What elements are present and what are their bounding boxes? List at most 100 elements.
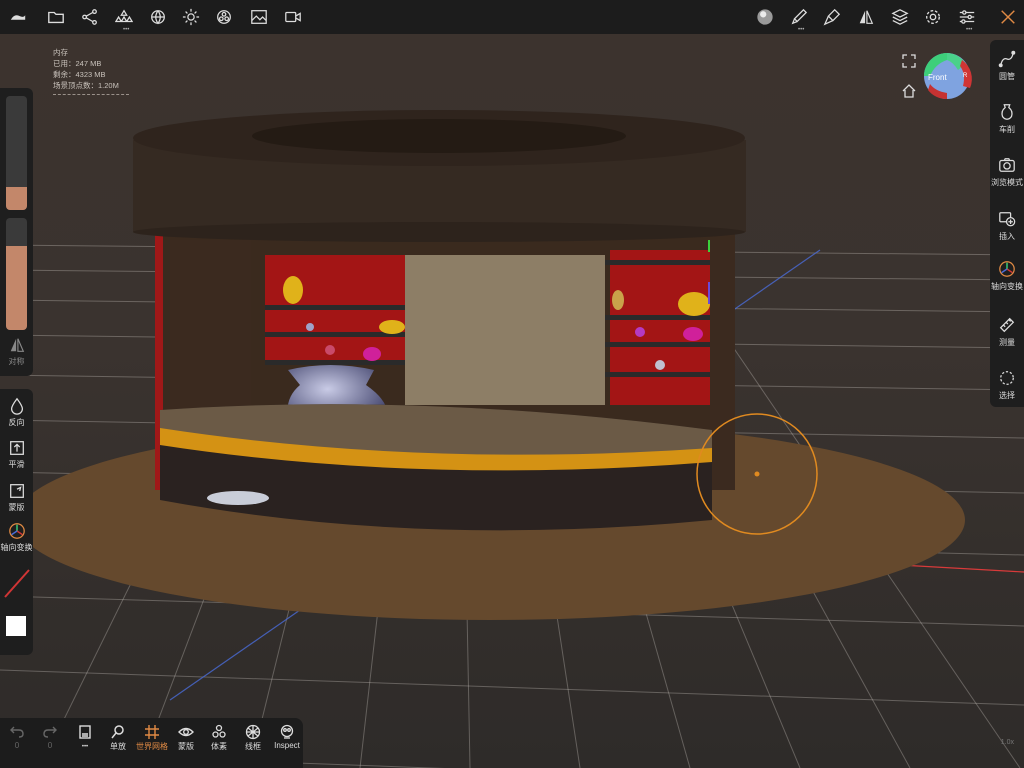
eye-icon	[178, 727, 194, 737]
history-button[interactable]: •••	[76, 724, 94, 750]
wireframe-button[interactable]: 线框	[241, 724, 265, 752]
matcap-sphere-icon[interactable]	[753, 5, 777, 29]
mask-icon	[9, 484, 24, 498]
symmetry-toggle[interactable]: 对称	[0, 336, 33, 367]
vase-icon	[1001, 104, 1013, 120]
scene-vertices: 场景顶点数：1.20M	[53, 81, 119, 90]
gizmo-transform-tool[interactable]: 轴向变换	[990, 260, 1024, 292]
grid-hash-icon	[145, 725, 159, 739]
primitives-icon[interactable]	[112, 5, 136, 29]
memory-used: 已用：247 MB	[53, 59, 102, 68]
home-view-icon[interactable]	[902, 84, 916, 98]
measure-label: 测量	[999, 338, 1015, 347]
viewport-3d[interactable]	[0, 0, 1024, 768]
sliders-icon[interactable]	[955, 5, 979, 29]
voxel-label: 体素	[211, 742, 227, 751]
settings-gear-icon[interactable]	[921, 5, 945, 29]
globe-icon[interactable]	[146, 5, 170, 29]
brush-icon[interactable]	[787, 5, 811, 29]
ruler-icon	[999, 317, 1015, 333]
brush-intensity-slider[interactable]	[6, 218, 27, 330]
inspect-icon	[280, 724, 294, 739]
insert-label: 插入	[999, 232, 1015, 241]
right-tools-panel: 圆管 车削 浏览模式 插入 轴向变换 测量 选择	[990, 40, 1024, 407]
layers-icon[interactable]	[888, 5, 912, 29]
view-cube-side-label: R	[963, 73, 968, 79]
invert-button[interactable]: 反向	[0, 397, 33, 428]
view-cube-front-label: Front	[928, 73, 947, 82]
tube-tool[interactable]: 圆管	[990, 50, 1024, 82]
left-tools-panel: 反向 平滑 蒙版 轴向变换	[0, 389, 33, 655]
symmetry-icon[interactable]	[854, 5, 878, 29]
mask-view-button[interactable]: 蒙版	[174, 724, 198, 752]
voxel-spheres-icon	[212, 724, 226, 738]
lathe-tool[interactable]: 车削	[990, 103, 1024, 135]
sun-icon[interactable]	[179, 5, 203, 29]
world-grid-label: 世界网格	[136, 742, 168, 751]
material-icon[interactable]	[212, 5, 236, 29]
history-list-icon	[79, 725, 91, 739]
undo-button[interactable]: 0	[8, 724, 26, 750]
share-icon[interactable]	[78, 5, 102, 29]
mask-view-label: 蒙版	[178, 742, 194, 751]
zoom-level: 1.0x	[1000, 739, 1014, 746]
brush-intensity-fill	[6, 246, 27, 330]
fullscreen-icon[interactable]	[902, 54, 916, 68]
paint-icon[interactable]	[820, 5, 844, 29]
measure-tool[interactable]: 测量	[990, 316, 1024, 348]
droplet-icon	[10, 397, 23, 415]
tube-label: 圆管	[999, 72, 1015, 81]
brush-stroke-preview[interactable]	[2, 566, 31, 600]
invert-label: 反向	[8, 418, 25, 427]
folder-icon[interactable]	[44, 5, 68, 29]
color-swatch[interactable]	[6, 616, 26, 636]
browse-mode-tool[interactable]: 浏览模式	[990, 156, 1024, 188]
gizmo-button[interactable]: 轴向变换	[0, 522, 33, 553]
solo-button[interactable]: 单放	[106, 724, 130, 752]
smooth-button[interactable]: 平滑	[0, 439, 33, 470]
browse-mode-label: 浏览模式	[991, 178, 1023, 187]
smooth-icon	[9, 441, 24, 455]
axis-gizmo-icon	[999, 261, 1015, 277]
select-label: 选择	[999, 391, 1015, 400]
redo-button[interactable]: 0	[41, 724, 59, 750]
gizmo-label: 轴向变换	[0, 543, 33, 552]
magnifier-icon	[111, 725, 124, 739]
lasso-select-icon	[1000, 371, 1014, 385]
inspect-button[interactable]: Inspect	[271, 724, 303, 750]
undo-icon	[10, 726, 24, 738]
select-tool[interactable]: 选择	[990, 369, 1024, 401]
mask-button[interactable]: 蒙版	[0, 482, 33, 513]
lathe-label: 车削	[999, 125, 1015, 134]
voxel-button[interactable]: 体素	[207, 724, 231, 752]
top-toolbar: ••• ••• •••	[0, 0, 1024, 34]
app-logo-icon[interactable]	[6, 5, 30, 29]
solo-label: 单放	[110, 742, 126, 751]
symmetry-label: 对称	[8, 357, 25, 366]
world-grid-button[interactable]: 世界网格	[134, 724, 170, 752]
undo-count: 0	[14, 741, 20, 750]
brush-size-slider[interactable]	[6, 96, 27, 210]
gizmo-transform-label: 轴向变换	[991, 282, 1023, 291]
symmetry-small-icon	[10, 338, 24, 352]
insert-plus-icon	[999, 212, 1016, 227]
redo-count: 0	[47, 741, 53, 750]
camera-icon	[999, 158, 1015, 172]
wireframe-label: 线框	[245, 742, 261, 751]
memory-title: 内存	[53, 48, 68, 57]
inspect-label: Inspect	[274, 741, 300, 750]
insert-tool[interactable]: 插入	[990, 210, 1024, 242]
image-icon[interactable]	[247, 5, 271, 29]
tools-wrench-icon[interactable]	[996, 5, 1020, 29]
memory-info: 内存 已用：247 MB 剩余：4323 MB 场景顶点数：1.20M	[53, 47, 129, 95]
bottom-toolbar: 0 0 ••• 单放 世界网格 蒙版 体素 线框 Inspect	[0, 718, 303, 768]
mask-label: 蒙版	[8, 503, 25, 512]
memory-free: 剩余：4323 MB	[53, 70, 106, 79]
brush-settings-panel: 对称	[0, 88, 33, 376]
redo-icon	[43, 726, 57, 738]
brush-size-fill	[6, 187, 27, 210]
gizmo-icon	[8, 523, 25, 539]
video-camera-icon[interactable]	[281, 5, 305, 29]
tube-curve-icon	[998, 50, 1016, 68]
smooth-label: 平滑	[8, 460, 25, 469]
